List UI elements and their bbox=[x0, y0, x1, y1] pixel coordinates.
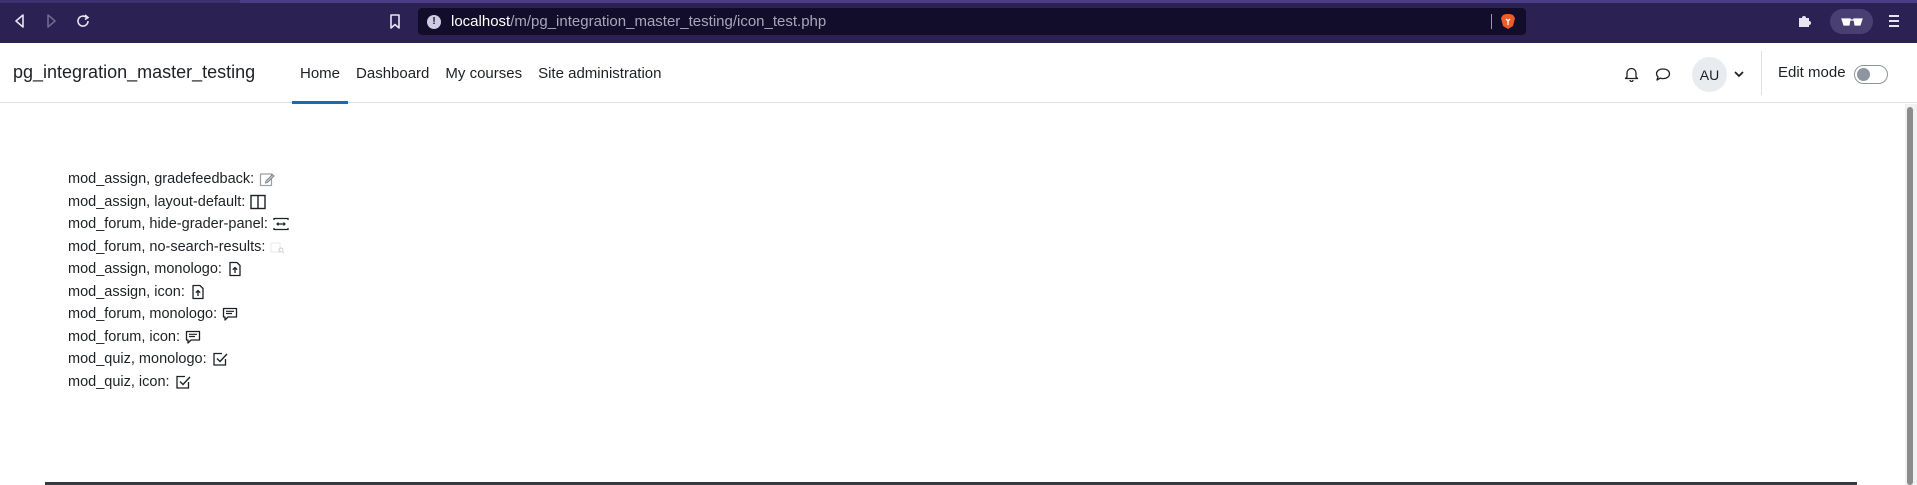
notifications-button[interactable] bbox=[1621, 64, 1641, 84]
forum-chat-icon bbox=[184, 328, 202, 346]
back-button[interactable] bbox=[8, 9, 32, 33]
url-text: localhost/m/pg_integration_master_testin… bbox=[451, 13, 826, 30]
primary-navigation: Home Dashboard My courses Site administr… bbox=[292, 43, 670, 104]
quiz-check-icon bbox=[174, 373, 192, 391]
user-menu-toggle[interactable] bbox=[1732, 67, 1746, 81]
url-path: /m/pg_integration_master_testing/icon_te… bbox=[510, 13, 827, 30]
chat-bubble-icon bbox=[1655, 67, 1671, 81]
navbar-divider bbox=[1761, 51, 1762, 95]
icon-label: mod_forum, monologo: bbox=[68, 306, 218, 323]
list-item: mod_forum, no-search-results: bbox=[68, 236, 290, 259]
icon-label: mod_quiz, icon: bbox=[68, 373, 170, 390]
url-host: localhost bbox=[451, 13, 511, 30]
forum-chat-icon bbox=[221, 305, 239, 323]
list-item: mod_assign, icon: bbox=[68, 281, 290, 304]
assignment-file-icon bbox=[226, 260, 244, 278]
quiz-check-icon bbox=[211, 350, 229, 368]
chevron-down-icon bbox=[1734, 70, 1744, 77]
list-item: mod_assign, layout-default: bbox=[68, 191, 290, 214]
icon-label: mod_forum, no-search-results: bbox=[68, 238, 266, 255]
bell-icon bbox=[1624, 67, 1638, 82]
site-navbar: pg_integration_master_testing Home Dashb… bbox=[0, 43, 1917, 104]
reload-icon bbox=[77, 14, 90, 27]
url-separator bbox=[1491, 14, 1492, 29]
assignment-file-icon bbox=[189, 283, 207, 301]
forward-arrow-icon bbox=[47, 14, 56, 28]
puzzle-icon bbox=[1799, 16, 1811, 27]
reload-button[interactable] bbox=[71, 9, 95, 33]
icon-label: mod_assign, icon: bbox=[68, 283, 185, 300]
scrollbar-thumb[interactable] bbox=[1907, 107, 1913, 485]
nav-dashboard[interactable]: Dashboard bbox=[348, 43, 437, 103]
list-item: mod_quiz, icon: bbox=[68, 371, 290, 394]
list-item: mod_assign, gradefeedback: bbox=[68, 168, 290, 191]
nav-home[interactable]: Home bbox=[292, 43, 349, 104]
list-item: mod_forum, monologo: bbox=[68, 303, 290, 326]
toggle-knob bbox=[1857, 68, 1870, 81]
edit-grade-icon bbox=[258, 170, 276, 188]
icon-label: mod_forum, icon: bbox=[68, 328, 181, 345]
list-item: mod_quiz, monologo: bbox=[68, 348, 290, 371]
nav-site-administration[interactable]: Site administration bbox=[530, 43, 669, 103]
bookmark-icon bbox=[390, 13, 400, 29]
icon-label: mod_assign, layout-default: bbox=[68, 193, 246, 210]
edit-mode-label: Edit mode bbox=[1778, 64, 1846, 81]
edit-mode-toggle[interactable] bbox=[1854, 65, 1888, 84]
list-item: mod_assign, monologo: bbox=[68, 258, 290, 281]
page-scrollbar[interactable] bbox=[1905, 104, 1917, 485]
back-arrow-icon bbox=[15, 14, 24, 28]
list-item: mod_forum, hide-grader-panel: bbox=[68, 213, 290, 236]
tab-strip bbox=[0, 0, 1917, 3]
profile-button[interactable] bbox=[1830, 9, 1873, 34]
browser-menu-button[interactable] bbox=[1884, 10, 1904, 32]
address-bar[interactable]: ! localhost/m/pg_integration_master_test… bbox=[418, 8, 1526, 35]
bookmark-button[interactable] bbox=[384, 9, 406, 33]
icon-label: mod_assign, gradefeedback: bbox=[68, 171, 255, 188]
search-faint-icon bbox=[269, 238, 287, 256]
brave-shields-icon[interactable] bbox=[1500, 13, 1516, 30]
nav-my-courses[interactable]: My courses bbox=[437, 43, 530, 103]
extensions-button[interactable] bbox=[1793, 10, 1815, 32]
expand-horizontal-icon bbox=[272, 215, 290, 233]
messages-button[interactable] bbox=[1653, 64, 1673, 84]
layout-columns-icon bbox=[249, 193, 267, 211]
icon-test-list: mod_assign, gradefeedback: mod_assign, l… bbox=[68, 168, 290, 393]
list-item: mod_forum, icon: bbox=[68, 326, 290, 349]
site-name[interactable]: pg_integration_master_testing bbox=[13, 62, 255, 83]
forward-button[interactable] bbox=[39, 9, 63, 33]
icon-label: mod_quiz, monologo: bbox=[68, 351, 207, 368]
sunglasses-icon bbox=[1840, 17, 1863, 26]
user-avatar[interactable]: AU bbox=[1692, 57, 1727, 92]
icon-label: mod_forum, hide-grader-panel: bbox=[68, 216, 268, 233]
icon-label: mod_assign, monologo: bbox=[68, 261, 222, 278]
site-info-icon[interactable]: ! bbox=[427, 14, 441, 29]
browser-toolbar: ! localhost/m/pg_integration_master_test… bbox=[0, 0, 1917, 43]
